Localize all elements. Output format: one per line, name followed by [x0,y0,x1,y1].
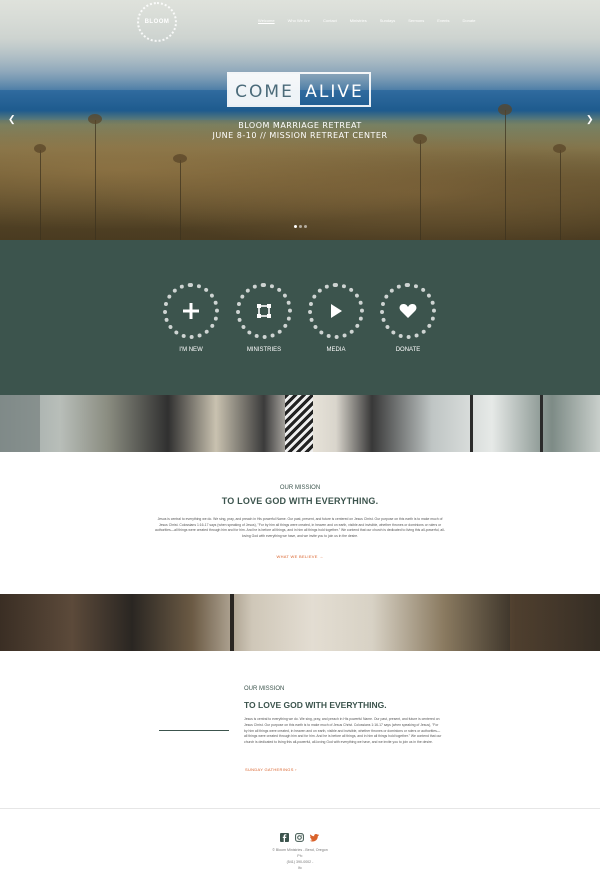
mission-title: TO LOVE GOD WITH EVERYTHING. [244,700,387,710]
icon-ring [163,283,219,339]
nav-donate[interactable]: Donate [463,18,476,23]
what-we-believe-label: WHAT WE BELIEVE [276,554,318,559]
twitter-icon[interactable] [310,833,319,842]
arrow-right-icon: → [319,554,324,559]
instagram-icon[interactable] [295,833,304,842]
slider-dot[interactable] [294,225,297,228]
slider-next-icon[interactable]: ❯ [586,114,594,125]
play-icon [331,304,342,318]
flower-head [173,154,187,163]
flower-stalk [180,160,181,240]
photo-band [510,594,600,651]
hero-event-date: JUNE 8-10 // MISSION RETREAT CENTER [212,131,388,140]
ministries-label: MINISTRIES [246,347,282,353]
hero-slider: BLOOM Welcome Who We Are Contact Ministr… [0,0,600,240]
nav-sermons[interactable]: Sermons [408,18,424,23]
come-alive-badge: COME ALIVE [227,72,371,107]
flower-stalk [420,140,421,240]
ministries-link[interactable]: MINISTRIES [236,283,292,353]
icon-ring [236,283,292,339]
photo-strip-people [0,395,600,452]
photo-band [230,594,234,651]
sunday-gatherings-label: SUNDAY GATHERINGS [245,767,294,772]
mission-eyebrow: OUR MISSION [279,485,321,491]
icon-ring [308,283,364,339]
sunday-gatherings-link[interactable]: SUNDAY GATHERINGS › [245,767,297,772]
photo-strip-gathering [0,594,600,651]
badge-come: COME [229,74,300,105]
media-link[interactable]: MEDIA [308,283,364,353]
nav-sundays[interactable]: Sundays [380,18,396,23]
photo-band [470,395,473,452]
bloom-logo[interactable]: BLOOM [137,2,177,42]
divider-line [159,730,229,731]
plus-icon [183,303,199,319]
slider-prev-icon[interactable]: ❮ [8,114,16,125]
mission-section-centered: OUR MISSION TO LOVE GOD WITH EVERYTHING.… [0,452,600,594]
mission-body: Jesus is central to everything we do. We… [244,717,442,745]
badge-alive: ALIVE [305,82,364,102]
photo-band [285,395,313,452]
main-nav: Welcome Who We Are Contact Ministries Su… [258,18,488,23]
facebook-icon[interactable] [280,833,289,842]
flower-head [553,144,566,153]
nav-welcome[interactable]: Welcome [258,18,275,23]
donate-label: DONATE [395,347,421,353]
nav-ministries[interactable]: Ministries [350,18,367,23]
site-footer: © Bloom Ministries - Bend, Oregon Ph: (5… [0,808,600,873]
im-new-label: I'M NEW [179,347,203,353]
photo-band [0,395,40,452]
icon-ring [380,283,436,339]
footer-copyright: © Bloom Ministries - Bend, Oregon [272,848,328,852]
flower-head [498,104,512,115]
photo-band [540,395,543,452]
nav-who-we-are[interactable]: Who We Are [288,18,310,23]
flower-head [34,144,46,153]
slider-dot[interactable] [299,225,302,228]
mission-body: Jesus is central to everything we do. We… [155,517,445,538]
nav-events[interactable]: Events [437,18,449,23]
flower-stalk [560,150,561,240]
donate-link[interactable]: DONATE [380,283,436,353]
footer-extra: Ifc [298,866,302,870]
arrow-right-icon: › [295,767,297,772]
im-new-link[interactable]: I'M NEW [163,283,219,353]
logo-text: BLOOM [144,19,170,25]
nav-contact[interactable]: Contact [323,18,337,23]
square-nodes-icon [257,304,271,318]
flower-stalk [40,150,41,240]
mission-title: TO LOVE GOD WITH EVERYTHING. [221,496,379,506]
footer-phone: (541) 390-0002 - [286,860,314,864]
media-label: MEDIA [326,347,346,353]
footer-phone-label: Ph: [297,854,303,858]
slider-dot[interactable] [304,225,307,228]
quick-links-section: I'M NEW MINISTRIES MEDIA DONATE [0,240,600,395]
heart-icon [399,303,417,318]
what-we-believe-link[interactable]: WHAT WE BELIEVE → [0,554,600,559]
hero-event-title: BLOOM MARRIAGE RETREAT [238,121,362,130]
social-links [280,833,319,842]
mission-eyebrow: OUR MISSION [244,686,285,692]
mission-section-left: OUR MISSION TO LOVE GOD WITH EVERYTHING.… [0,651,600,808]
slider-dots [294,225,307,228]
